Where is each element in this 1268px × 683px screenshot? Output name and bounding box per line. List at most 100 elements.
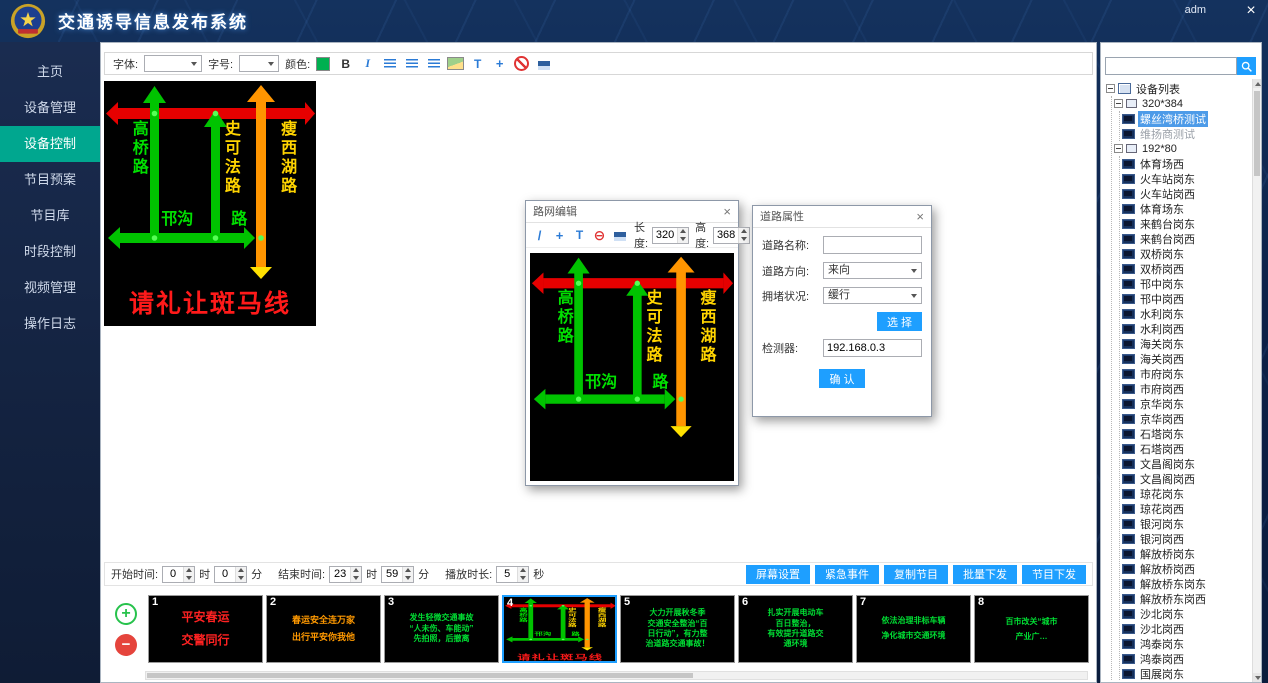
- tree-group-2[interactable]: 192*80: [1112, 141, 1251, 156]
- playlist-thumb-4[interactable]: 4 高桥路 史可法路 瘦西湖路 邗沟 路 请礼让斑马线: [502, 595, 617, 663]
- tree-device-item[interactable]: 海关岗西: [1120, 351, 1251, 366]
- transform-icon[interactable]: +: [490, 54, 509, 73]
- end-minute-input[interactable]: [382, 567, 402, 582]
- tree-device-item[interactable]: 解放桥东岗东: [1120, 576, 1251, 591]
- spinner-up-icon[interactable]: [236, 567, 246, 575]
- tree-device-item[interactable]: 双桥岗西: [1120, 261, 1251, 276]
- search-button[interactable]: [1237, 57, 1256, 75]
- scroll-up-icon[interactable]: [1253, 79, 1261, 88]
- tree-device-item[interactable]: 维扬商测试: [1120, 126, 1251, 141]
- select-button[interactable]: 选 择: [877, 312, 922, 331]
- save-icon[interactable]: [534, 54, 553, 73]
- tree-device-item[interactable]: 文昌阁岗西: [1120, 471, 1251, 486]
- start-hour-input[interactable]: [163, 567, 183, 582]
- led-preview[interactable]: 高桥路 史可法路 瘦西湖路 邗沟 路 请礼让斑马线: [104, 81, 316, 326]
- search-input[interactable]: [1105, 57, 1237, 75]
- line-icon[interactable]: /: [531, 226, 548, 245]
- duration-stepper[interactable]: [496, 566, 529, 583]
- playlist-thumb-5[interactable]: 5大力开展秋冬季交通安全整治“百日行动”，有力整治道路交通事故！: [620, 595, 735, 663]
- tree-device-item[interactable]: 邗中岗东: [1120, 276, 1251, 291]
- tree-device-item[interactable]: 沙北岗西: [1120, 621, 1251, 636]
- collapse-icon[interactable]: [1114, 99, 1123, 108]
- tree-device-item[interactable]: 螺丝湾桥测试: [1120, 111, 1251, 126]
- tree-group-1[interactable]: 320*384: [1112, 96, 1251, 111]
- close-icon[interactable]: ×: [916, 206, 924, 227]
- length-input[interactable]: [653, 228, 677, 243]
- tree-device-item[interactable]: 京华岗西: [1120, 411, 1251, 426]
- tree-device-item[interactable]: 琼花岗东: [1120, 486, 1251, 501]
- vertical-scrollbar[interactable]: [1252, 79, 1261, 682]
- tree-device-item[interactable]: 银河岗东: [1120, 516, 1251, 531]
- font-size-select[interactable]: [239, 55, 279, 72]
- text-icon[interactable]: T: [571, 226, 588, 245]
- playlist-thumb-8[interactable]: 8百市改关“城市产业广…: [974, 595, 1089, 663]
- close-icon[interactable]: ×: [723, 201, 731, 222]
- action-button-1[interactable]: 屏幕设置: [746, 565, 810, 584]
- playlist-thumb-7[interactable]: 7依法治理非标车辆净化城市交通环境: [856, 595, 971, 663]
- delete-icon[interactable]: ⊖: [591, 226, 608, 245]
- spinner-up-icon[interactable]: [184, 567, 194, 575]
- tree-device-item[interactable]: 火车站岗西: [1120, 186, 1251, 201]
- action-button-5[interactable]: 节目下发: [1022, 565, 1086, 584]
- confirm-button[interactable]: 确 认: [819, 369, 864, 388]
- detector-field[interactable]: [823, 339, 922, 357]
- spinner-down-icon[interactable]: [236, 574, 246, 582]
- sidebar-item-3[interactable]: 设备控制: [0, 126, 100, 162]
- spinner-down-icon[interactable]: [678, 235, 688, 243]
- tree-device-item[interactable]: 来鹤台岗东: [1120, 216, 1251, 231]
- horizontal-scrollbar[interactable]: [145, 671, 1088, 680]
- bold-icon[interactable]: B: [336, 54, 355, 73]
- tree-device-item[interactable]: 鸿泰岗西: [1120, 651, 1251, 666]
- tree-device-item[interactable]: 体育场东: [1120, 201, 1251, 216]
- image-icon[interactable]: [446, 54, 465, 73]
- tree-device-item[interactable]: 水利岗东: [1120, 306, 1251, 321]
- tree-device-item[interactable]: 银河岗西: [1120, 531, 1251, 546]
- tree-device-item[interactable]: 解放桥岗西: [1120, 561, 1251, 576]
- end-hour-stepper[interactable]: [329, 566, 362, 583]
- tree-device-item[interactable]: 解放桥岗东: [1120, 546, 1251, 561]
- congestion-select[interactable]: 缓行: [823, 287, 922, 304]
- tree-device-item[interactable]: 解放桥东岗西: [1120, 591, 1251, 606]
- start-minute-stepper[interactable]: [214, 566, 247, 583]
- sidebar-item-2[interactable]: 设备管理: [0, 90, 100, 126]
- end-hour-input[interactable]: [330, 567, 350, 582]
- font-family-select[interactable]: [144, 55, 202, 72]
- align-center-icon[interactable]: [402, 54, 421, 73]
- tree-device-item[interactable]: 市府岗东: [1120, 366, 1251, 381]
- color-swatch[interactable]: [316, 57, 330, 71]
- tree-device-item[interactable]: 双桥岗东: [1120, 246, 1251, 261]
- playlist-thumb-6[interactable]: 6扎实开展电动车百日整治，有效提升道路交通环境: [738, 595, 853, 663]
- tree-device-item[interactable]: 琼花岗西: [1120, 501, 1251, 516]
- tree-device-item[interactable]: 文昌阁岗东: [1120, 456, 1251, 471]
- spinner-down-icon[interactable]: [403, 574, 413, 582]
- road-editor-canvas[interactable]: 高桥路 史可法路 瘦西湖路 邗沟 路 请礼让斑马线: [530, 253, 734, 481]
- spinner-up-icon[interactable]: [351, 567, 361, 575]
- tree-device-item[interactable]: 体育场西: [1120, 156, 1251, 171]
- action-button-2[interactable]: 紧急事件: [815, 565, 879, 584]
- sidebar-item-8[interactable]: 操作日志: [0, 306, 100, 342]
- italic-icon[interactable]: I: [358, 54, 377, 73]
- tree-device-item[interactable]: 火车站岗东: [1120, 171, 1251, 186]
- text-icon[interactable]: T: [468, 54, 487, 73]
- sidebar-item-1[interactable]: 主页: [0, 54, 100, 90]
- road-direction-select[interactable]: 来向: [823, 262, 922, 279]
- height-input[interactable]: [714, 228, 738, 243]
- tree-device-item[interactable]: 鸿泰岗东: [1120, 636, 1251, 651]
- spinner-up-icon[interactable]: [403, 567, 413, 575]
- tree-device-item[interactable]: 京华岗东: [1120, 396, 1251, 411]
- tree-device-item[interactable]: 石塔岗东: [1120, 426, 1251, 441]
- save-icon[interactable]: [611, 226, 628, 245]
- logged-in-user[interactable]: adm: [1185, 4, 1206, 16]
- tree-device-item[interactable]: 水利岗西: [1120, 321, 1251, 336]
- remove-program-button[interactable]: −: [115, 634, 137, 656]
- scrollbar-thumb[interactable]: [1254, 91, 1260, 176]
- end-minute-stepper[interactable]: [381, 566, 414, 583]
- tree-device-item[interactable]: 来鹤台岗西: [1120, 231, 1251, 246]
- sidebar-item-6[interactable]: 时段控制: [0, 234, 100, 270]
- road-name-field[interactable]: [823, 236, 922, 254]
- sidebar-item-7[interactable]: 视频管理: [0, 270, 100, 306]
- tree-device-item[interactable]: 邗中岗西: [1120, 291, 1251, 306]
- playlist-thumb-2[interactable]: 2春运安全连万家出行平安你我他: [266, 595, 381, 663]
- action-button-4[interactable]: 批量下发: [953, 565, 1017, 584]
- tree-device-item[interactable]: 海关岗东: [1120, 336, 1251, 351]
